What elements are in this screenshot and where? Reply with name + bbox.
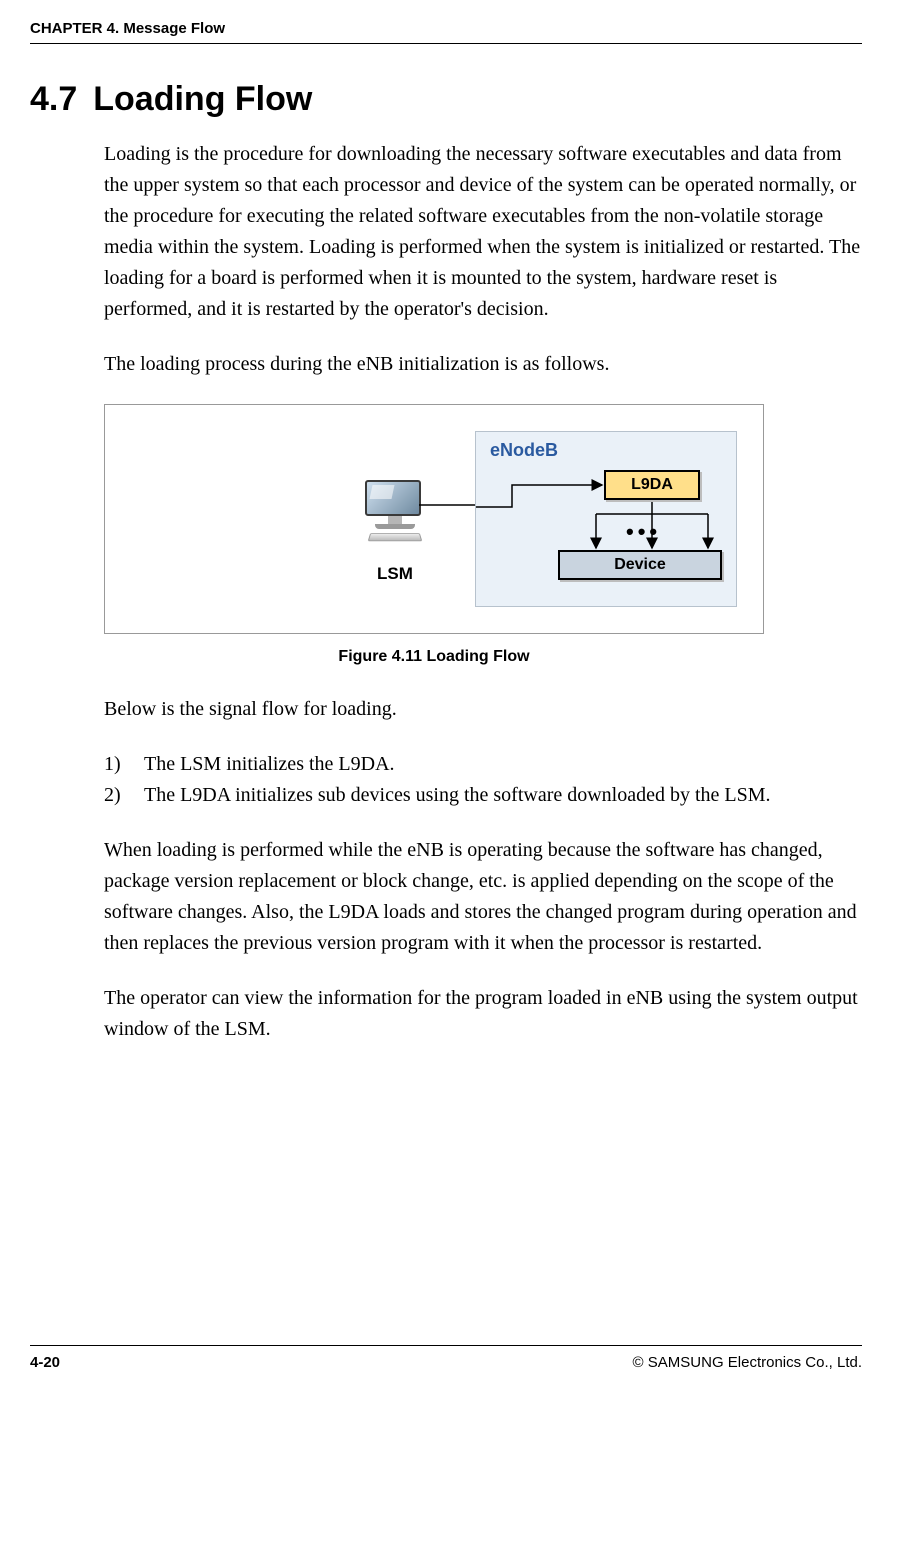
copyright: © SAMSUNG Electronics Co., Ltd. xyxy=(633,1354,862,1371)
device-node: Device xyxy=(558,550,722,580)
enodeb-box: eNodeB L9DA ••• Device xyxy=(475,431,737,607)
monitor-icon xyxy=(365,480,425,528)
lsm-node: LSM xyxy=(355,480,435,584)
list-item: 2) The L9DA initializes sub devices usin… xyxy=(104,780,862,811)
page-number: 4-20 xyxy=(30,1354,60,1371)
section-title: Loading Flow xyxy=(93,80,312,119)
figure-caption: Figure 4.11 Loading Flow xyxy=(104,648,764,666)
head-rule xyxy=(30,43,862,44)
steps-list: 1) The LSM initializes the L9DA. 2) The … xyxy=(104,749,862,811)
ellipsis-icon: ••• xyxy=(626,519,661,545)
lsm-label: LSM xyxy=(355,564,435,584)
list-item: 1) The LSM initializes the L9DA. xyxy=(104,749,862,780)
paragraph-intro: Loading is the procedure for downloading… xyxy=(104,139,862,325)
enodeb-label: eNodeB xyxy=(476,432,736,461)
paragraph-below: Below is the signal flow for loading. xyxy=(104,694,862,725)
foot-rule xyxy=(30,1345,862,1346)
paragraph-runtime-loading: When loading is performed while the eNB … xyxy=(104,835,862,959)
list-text: The LSM initializes the L9DA. xyxy=(144,749,395,780)
paragraph-operator-view: The operator can view the information fo… xyxy=(104,983,862,1045)
list-text: The L9DA initializes sub devices using t… xyxy=(144,780,771,811)
page-footer: 4-20 © SAMSUNG Electronics Co., Ltd. xyxy=(30,1345,862,1371)
paragraph-leadin: The loading process during the eNB initi… xyxy=(104,349,862,380)
figure-loading-flow: LSM eNodeB L9DA ••• Device xyxy=(104,404,862,634)
section-number: 4.7 xyxy=(30,80,77,119)
running-head: CHAPTER 4. Message Flow xyxy=(30,20,862,37)
l9da-node: L9DA xyxy=(604,470,700,500)
list-num: 2) xyxy=(104,780,144,811)
list-num: 1) xyxy=(104,749,144,780)
